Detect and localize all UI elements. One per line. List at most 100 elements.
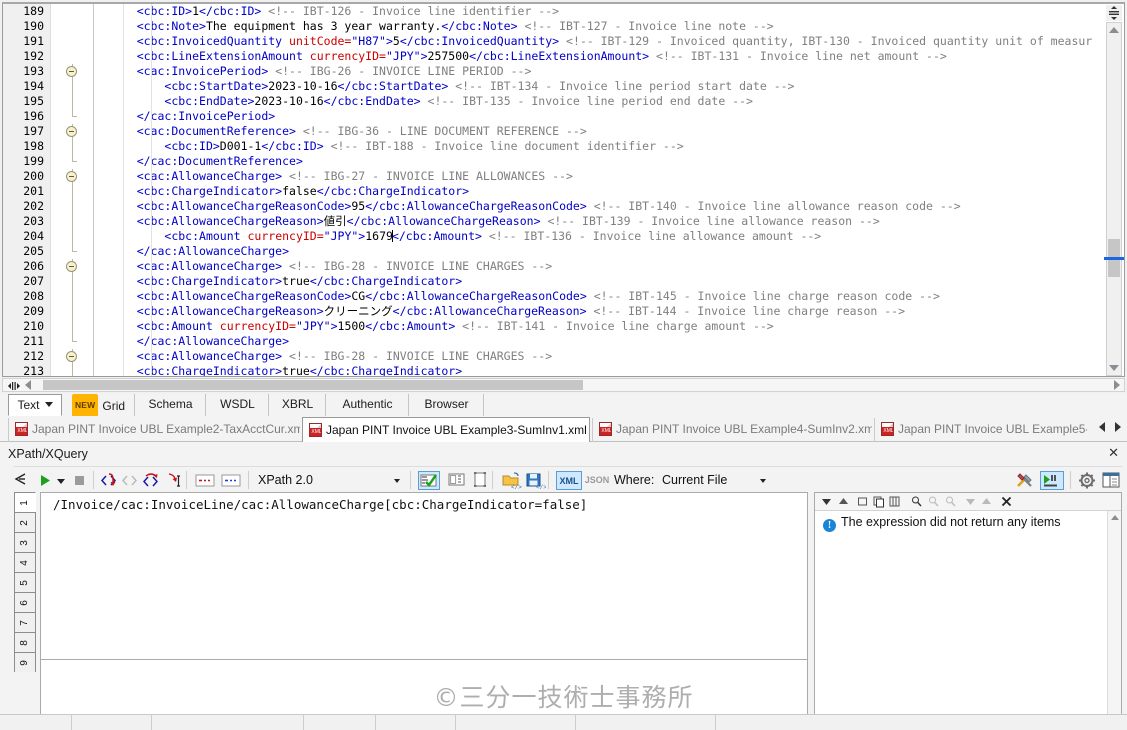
view-tab-schema[interactable]: Schema (136, 394, 206, 416)
fold-marker-row[interactable] (52, 259, 93, 274)
fullscreen-result-button[interactable] (470, 471, 490, 490)
xpath-tab-8[interactable]: 8 (14, 632, 36, 652)
chevron-down-icon[interactable] (44, 402, 53, 407)
file-tab[interactable]: Japan PINT Invoice UBL Example5-Al (874, 418, 1087, 442)
collapse-icon[interactable] (66, 66, 77, 77)
code-line[interactable]: </cac:AllowanceCharge> (109, 334, 1124, 349)
show-xquery-results-button[interactable] (446, 471, 468, 490)
xpath-settings-button[interactable] (1076, 471, 1098, 490)
collapse-all-up-icon[interactable] (836, 495, 851, 509)
where-select[interactable]: Current File (662, 471, 768, 490)
clear-results-icon[interactable] (855, 495, 870, 509)
save-xquery-file-button[interactable]: </> (524, 471, 547, 491)
code-line[interactable]: <cac:DocumentReference> <!-- IBG-36 - LI… (109, 124, 1124, 139)
code-line[interactable]: <cac:AllowanceCharge> <!-- IBG-27 - INVO… (109, 169, 1124, 184)
scroll-up-arrow[interactable] (1107, 23, 1121, 37)
editor-horizontal-scrollbar[interactable] (2, 378, 1125, 392)
code-folding-gutter[interactable] (52, 4, 94, 376)
code-line[interactable]: <cbc:EndDate>2023-10-16</cbc:EndDate> <!… (109, 94, 1124, 109)
close-icon[interactable]: ✕ (1108, 446, 1119, 460)
split-view-button[interactable] (1106, 5, 1122, 21)
xpath-tab-9[interactable]: 9 (14, 652, 36, 672)
code-line[interactable]: <cbc:ID>1</cbc:ID> <!-- IBT-126 - Invoic… (109, 4, 1124, 19)
code-line[interactable]: <cbc:Amount currencyID="JPY">1679</cbc:A… (109, 229, 1124, 244)
search-next-icon[interactable] (943, 495, 958, 509)
code-line[interactable]: </cac:AllowanceCharge> (109, 244, 1124, 259)
fold-marker-row[interactable] (52, 64, 93, 79)
collapse-icon[interactable] (66, 126, 77, 137)
file-tab[interactable]: Japan PINT Invoice UBL Example3-SumInv1.… (302, 417, 590, 443)
code-line[interactable]: <cbc:AllowanceChargeReasonCode>95</cbc:A… (109, 199, 1124, 214)
view-tab-wsdl[interactable]: WSDL (207, 394, 269, 416)
fold-marker-row[interactable] (52, 124, 93, 139)
collapse-icon[interactable] (66, 171, 77, 182)
scroll-down-arrow[interactable] (1107, 361, 1121, 375)
open-xquery-file-button[interactable]: </> (500, 471, 522, 491)
show-prev-result-button[interactable] (194, 471, 216, 490)
next-match-icon[interactable] (963, 495, 978, 509)
view-tab-text[interactable]: Text (8, 394, 62, 416)
xpath-tab-7[interactable]: 7 (14, 612, 36, 632)
horizontal-split-handle[interactable] (5, 381, 21, 391)
code-line[interactable]: <cac:InvoicePeriod> <!-- IBG-26 - INVOIC… (109, 64, 1124, 79)
code-line[interactable]: <cbc:Amount currencyID="JPY">1500</cbc:A… (109, 319, 1124, 334)
view-tab-grid[interactable]: NEW Grid (63, 394, 135, 417)
toolbar-grip[interactable] (14, 471, 28, 490)
fold-marker-row[interactable] (52, 349, 93, 364)
code-line[interactable]: </cac:InvoicePeriod> (109, 109, 1124, 124)
expand-all-down-icon[interactable] (819, 495, 834, 509)
code-line[interactable]: <cbc:ChargeIndicator>true</cbc:ChargeInd… (109, 364, 1124, 376)
code-line[interactable]: <cbc:ID>D001-1</cbc:ID> <!-- IBT-188 - I… (109, 139, 1124, 154)
bookmark-gutter[interactable] (95, 4, 109, 376)
code-text-area[interactable]: <cbc:ID>1</cbc:ID> <!-- IBT-126 - Invoic… (109, 4, 1124, 376)
code-line[interactable]: <cac:AllowanceCharge> <!-- IBG-28 - INVO… (109, 259, 1124, 274)
collapse-icon[interactable] (66, 351, 77, 362)
view-tab-browser[interactable]: Browser (410, 394, 484, 416)
xml-mode-toggle[interactable]: XML (556, 471, 582, 490)
search-icon[interactable] (909, 495, 924, 509)
file-tab[interactable]: Japan PINT Invoice UBL Example4-SumInv2.… (592, 418, 872, 442)
code-line[interactable]: <cbc:ChargeIndicator>false</cbc:ChargeIn… (109, 184, 1124, 199)
evaluate-options-dropdown[interactable] (55, 471, 67, 490)
json-mode-toggle[interactable]: JSON (584, 471, 610, 490)
evaluate-button[interactable] (36, 471, 55, 490)
view-tab-xbrl[interactable]: XBRL (270, 394, 326, 416)
insert-node-button[interactable] (100, 471, 119, 490)
scroll-left-arrow[interactable] (25, 380, 31, 390)
xpath-tab-2[interactable]: 2 (14, 512, 36, 532)
prev-match-icon[interactable] (979, 495, 994, 509)
evaluate-on-typing-toggle[interactable] (418, 471, 440, 490)
code-line[interactable]: <cbc:AllowanceChargeReason>値引</cbc:Allow… (109, 214, 1124, 229)
search-prev-icon[interactable] (926, 495, 941, 509)
xpath-layout-button[interactable] (1100, 471, 1122, 490)
code-line[interactable]: <cbc:LineExtensionAmount currencyID="JPY… (109, 49, 1124, 64)
collapse-icon[interactable] (66, 261, 77, 272)
view-tab-authentic[interactable]: Authentic (327, 394, 409, 416)
xpath-tab-4[interactable]: 4 (14, 552, 36, 572)
replace-node-button[interactable] (142, 471, 161, 490)
xpath-tab-1[interactable]: 1 (14, 492, 36, 512)
debug-xquery-button[interactable] (1040, 471, 1064, 490)
xpath-tools-button[interactable] (1014, 471, 1036, 490)
code-line[interactable]: <cbc:AllowanceChargeReasonCode>CG</cbc:A… (109, 289, 1124, 304)
editor-vertical-scrollbar[interactable] (1104, 22, 1124, 376)
xpath-expression-input[interactable]: /Invoice/cac:InvoiceLine/cac:AllowanceCh… (40, 492, 808, 660)
copy-results-icon[interactable] (871, 495, 886, 509)
code-line[interactable]: <cbc:ChargeIndicator>true</cbc:ChargeInd… (109, 274, 1124, 289)
scroll-right-arrow[interactable] (1114, 380, 1120, 390)
xpath-tab-6[interactable]: 6 (14, 592, 36, 612)
code-line[interactable]: <cbc:InvoicedQuantity unitCode="H87">5</… (109, 34, 1124, 49)
code-line[interactable]: <cac:AllowanceCharge> <!-- IBG-28 - INVO… (109, 349, 1124, 364)
insert-text-button[interactable] (164, 471, 183, 490)
file-tab-prev-button[interactable] (1099, 422, 1105, 432)
code-line[interactable]: <cbc:Note>The equipment has 3 year warra… (109, 19, 1124, 34)
file-tab-next-button[interactable] (1115, 422, 1121, 432)
code-line[interactable]: <cbc:AllowanceChargeReason>クリーニング</cbc:A… (109, 304, 1124, 319)
show-next-result-button[interactable] (220, 471, 242, 490)
fold-marker-row[interactable] (52, 169, 93, 184)
xpath-tab-3[interactable]: 3 (14, 532, 36, 552)
close-results-icon[interactable] (999, 495, 1014, 509)
code-line[interactable]: <cbc:StartDate>2023-10-16</cbc:StartDate… (109, 79, 1124, 94)
stop-button[interactable] (70, 471, 89, 490)
file-tab[interactable]: Japan PINT Invoice UBL Example2-TaxAcctC… (8, 418, 300, 442)
